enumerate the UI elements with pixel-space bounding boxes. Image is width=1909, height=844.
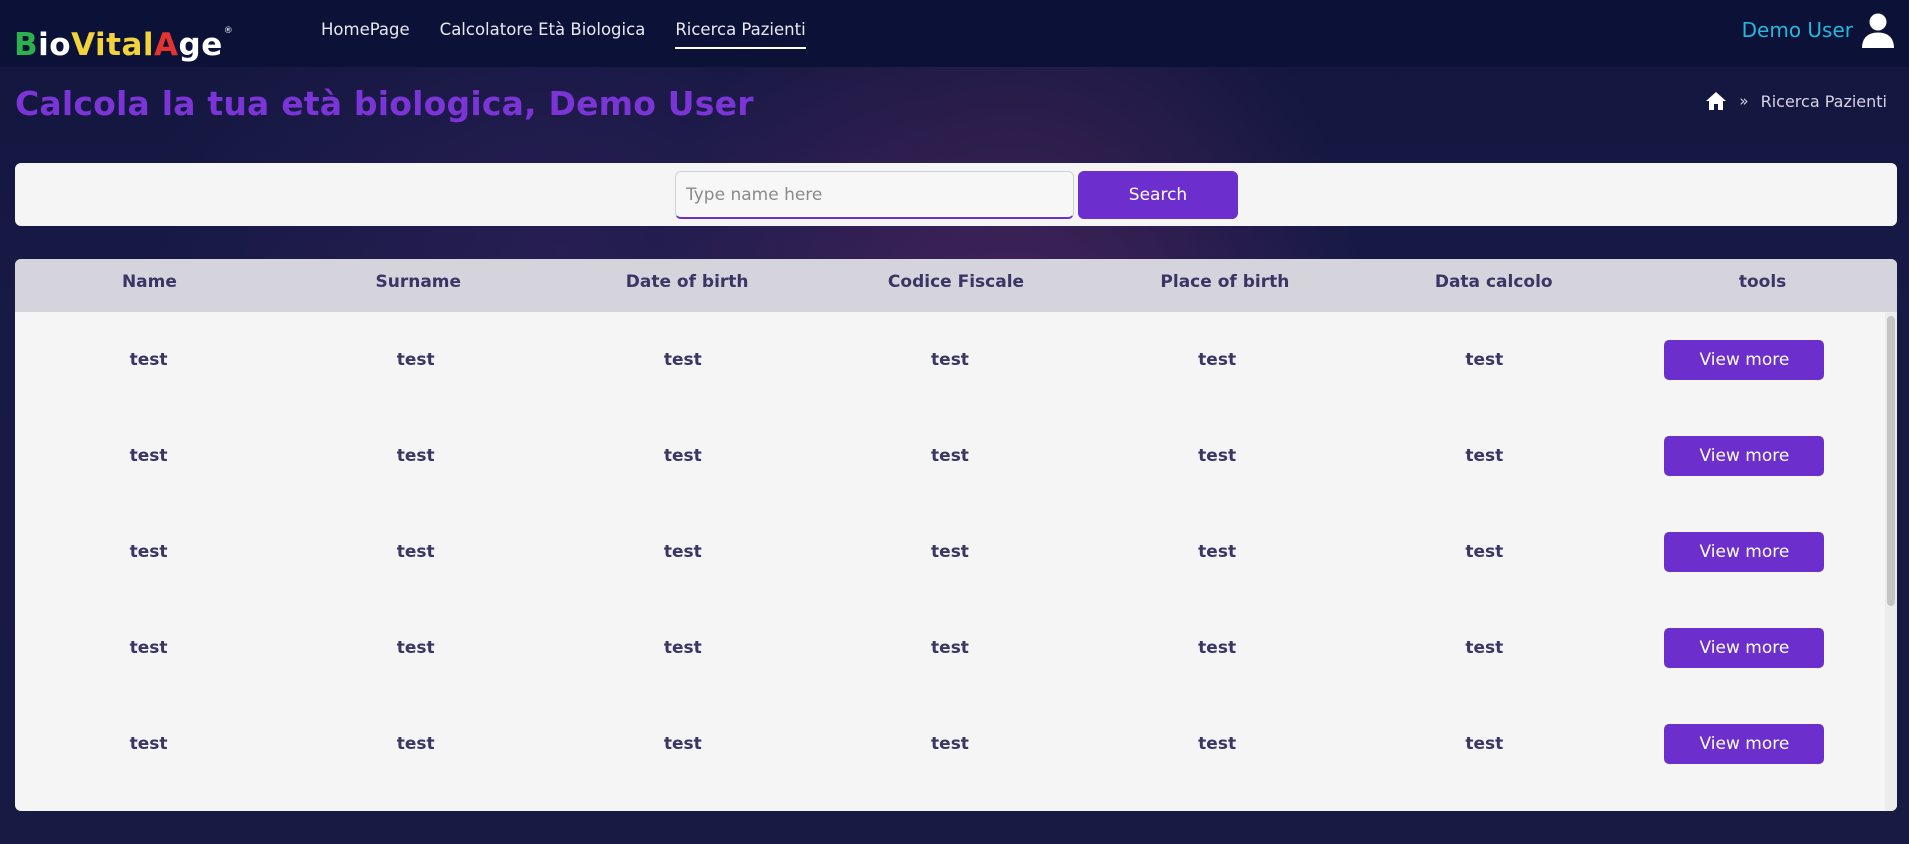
cell-date-of-birth: test: [663, 638, 702, 658]
cell-surname: test: [396, 350, 435, 370]
cell-name: test: [129, 734, 168, 754]
cell-place-of-birth: test: [1198, 734, 1237, 754]
cell-place-of-birth: test: [1198, 350, 1237, 370]
cell-name: test: [129, 446, 168, 466]
top-navbar: BioVitalAge® HomePage Calcolatore Età Bi…: [0, 0, 1909, 67]
search-panel: Search: [15, 163, 1897, 226]
logo-part-io: io: [38, 27, 72, 63]
cell-surname: test: [396, 734, 435, 754]
cell-codice-fiscale: test: [931, 350, 969, 370]
table-row: test test test test test test View more: [15, 696, 1885, 792]
logo-part-ge: ge: [178, 27, 223, 63]
cell-date-of-birth: test: [663, 734, 702, 754]
nav-link-homepage[interactable]: HomePage: [321, 0, 410, 67]
patients-table: Name Surname Date of birth Codice Fiscal…: [15, 259, 1897, 811]
column-header-data-calcolo[interactable]: Data calcolo: [1359, 259, 1628, 312]
biovitalage-logo[interactable]: BioVitalAge®: [14, 13, 233, 63]
view-more-button[interactable]: View more: [1664, 340, 1825, 380]
cell-data-calcolo: test: [1465, 350, 1504, 370]
column-header-codice-fiscale[interactable]: Codice Fiscale: [822, 259, 1091, 312]
cell-codice-fiscale: test: [931, 446, 969, 466]
view-more-button[interactable]: View more: [1664, 436, 1825, 476]
cell-codice-fiscale: test: [931, 638, 969, 658]
table-row: test test test test test test View more: [15, 408, 1885, 504]
cell-tools: View more: [1618, 724, 1885, 764]
logo-letter-a: A: [154, 27, 179, 63]
view-more-button[interactable]: View more: [1664, 532, 1825, 572]
logo-part-vital: Vital: [71, 27, 155, 63]
cell-data-calcolo: test: [1465, 734, 1504, 754]
cell-data-calcolo: test: [1465, 446, 1504, 466]
user-icon[interactable]: [1861, 12, 1895, 48]
cell-tools: View more: [1618, 436, 1885, 476]
column-header-place-of-birth[interactable]: Place of birth: [1090, 259, 1359, 312]
logo-letter-b: B: [14, 27, 39, 63]
cell-date-of-birth: test: [663, 446, 702, 466]
nav-link-calcolatore[interactable]: Calcolatore Età Biologica: [440, 0, 646, 67]
cell-surname: test: [396, 542, 435, 562]
search-input[interactable]: [675, 171, 1074, 219]
user-name[interactable]: Demo User: [1742, 18, 1853, 42]
cell-codice-fiscale: test: [931, 734, 969, 754]
breadcrumb-current: Ricerca Pazienti: [1760, 91, 1887, 111]
cell-name: test: [129, 542, 168, 562]
home-icon[interactable]: [1705, 90, 1727, 112]
cell-date-of-birth: test: [663, 350, 702, 370]
cell-place-of-birth: test: [1198, 542, 1237, 562]
nav-link-ricerca-pazienti[interactable]: Ricerca Pazienti: [675, 0, 807, 67]
column-header-name[interactable]: Name: [15, 259, 284, 312]
page-title: Calcola la tua età biologica, Demo User: [15, 84, 754, 123]
column-header-surname[interactable]: Surname: [284, 259, 553, 312]
table-row: test test test test test test View more: [15, 600, 1885, 696]
column-header-date-of-birth[interactable]: Date of birth: [553, 259, 822, 312]
cell-data-calcolo: test: [1465, 638, 1504, 658]
view-more-button[interactable]: View more: [1664, 628, 1825, 668]
cell-codice-fiscale: test: [931, 542, 969, 562]
breadcrumb-separator: »: [1739, 92, 1749, 110]
user-menu[interactable]: Demo User: [1742, 12, 1895, 48]
breadcrumb: » Ricerca Pazienti: [1705, 90, 1887, 112]
cell-surname: test: [396, 638, 435, 658]
cell-place-of-birth: test: [1198, 446, 1237, 466]
cell-tools: View more: [1618, 340, 1885, 380]
cell-tools: View more: [1618, 532, 1885, 572]
column-header-tools: tools: [1738, 272, 1787, 292]
table-header: Name Surname Date of birth Codice Fiscal…: [15, 259, 1897, 312]
cell-tools: View more: [1618, 628, 1885, 668]
main-nav: HomePage Calcolatore Età Biologica Ricer…: [321, 0, 836, 67]
table-scrollbar-thumb[interactable]: [1887, 316, 1895, 606]
cell-name: test: [129, 350, 168, 370]
cell-surname: test: [396, 446, 435, 466]
cell-date-of-birth: test: [663, 542, 702, 562]
table-row: test test test test test test View more: [15, 312, 1885, 408]
cell-place-of-birth: test: [1198, 638, 1237, 658]
cell-name: test: [129, 638, 168, 658]
table-row: test test test test test test View more: [15, 504, 1885, 600]
registered-mark: ®: [223, 26, 234, 36]
cell-data-calcolo: test: [1465, 542, 1504, 562]
view-more-button[interactable]: View more: [1664, 724, 1825, 764]
search-button[interactable]: Search: [1078, 171, 1238, 219]
